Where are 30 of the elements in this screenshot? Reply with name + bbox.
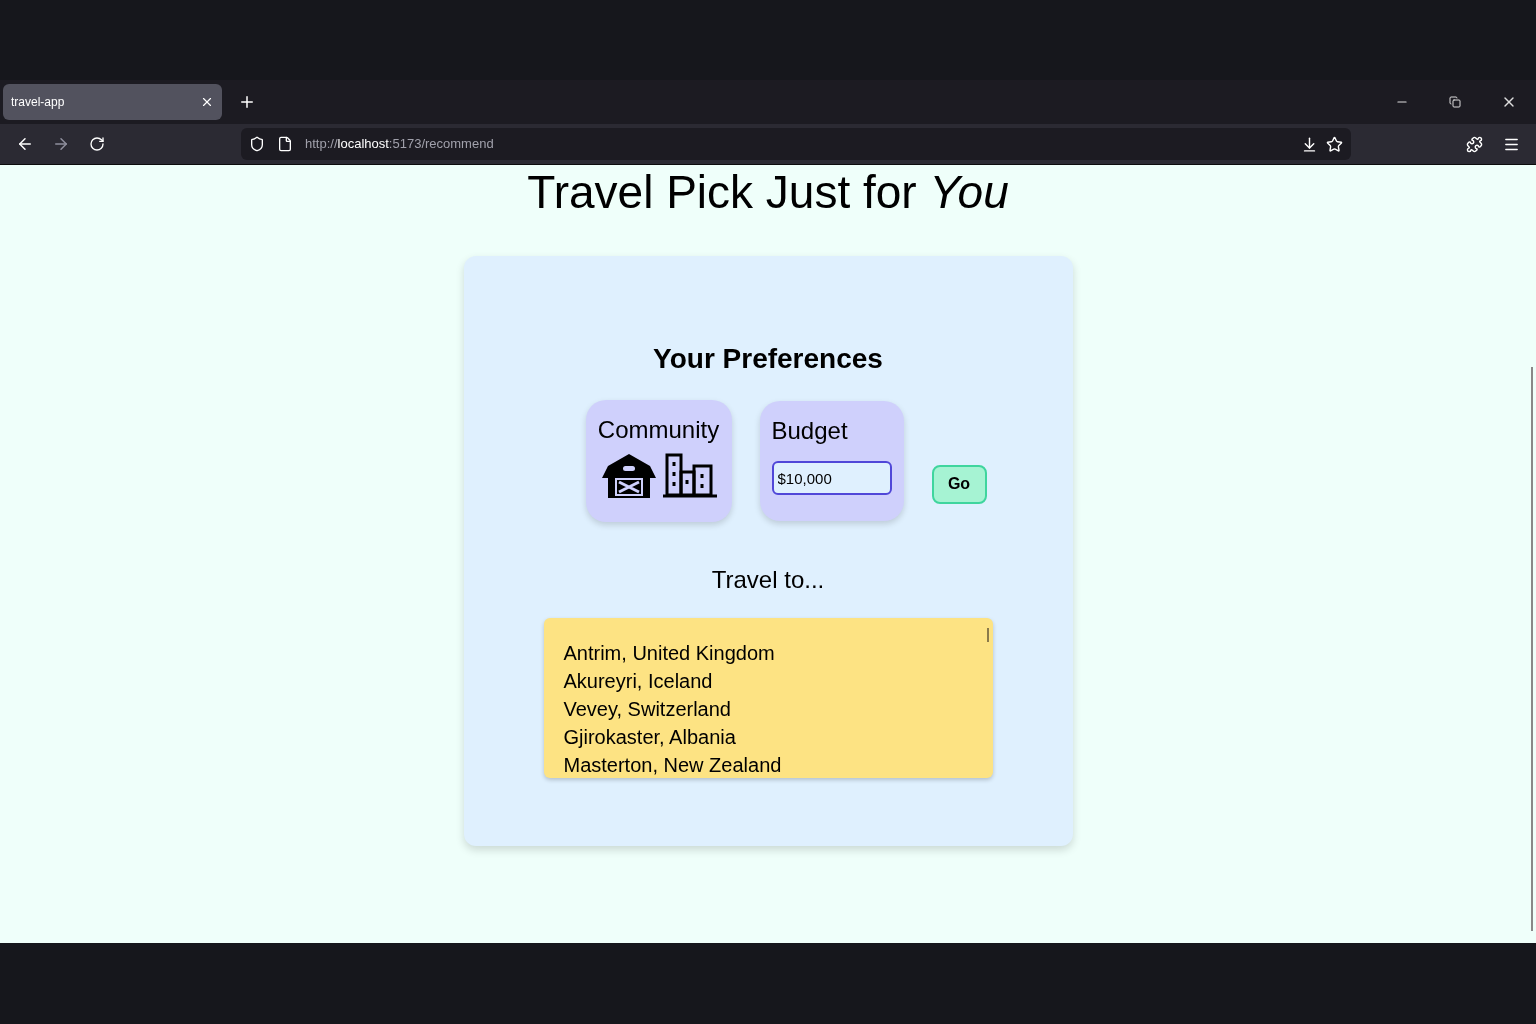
browser-tab[interactable]: travel-app bbox=[3, 84, 222, 120]
scrollbar-thumb[interactable] bbox=[1531, 367, 1533, 931]
back-icon[interactable] bbox=[16, 135, 34, 153]
budget-label: Budget bbox=[771, 416, 849, 446]
section-heading: Your Preferences bbox=[653, 342, 883, 376]
extensions-icon[interactable] bbox=[1466, 135, 1483, 153]
forward-icon[interactable] bbox=[52, 135, 70, 153]
destination-item: Masterton, New Zealand bbox=[563, 753, 782, 778]
page-icon bbox=[277, 136, 293, 152]
destination-item: Akureyri, Iceland bbox=[563, 669, 713, 694]
budget-field[interactable]: $10,000 bbox=[771, 461, 892, 495]
community-card[interactable]: Community bbox=[585, 400, 732, 522]
barn-icon bbox=[599, 452, 658, 498]
destination-item: Gjirokaster, Albania bbox=[563, 725, 736, 750]
download-icon[interactable] bbox=[1301, 135, 1318, 153]
destination-item: Antrim, United Kingdom bbox=[563, 641, 775, 666]
restore-icon[interactable] bbox=[1449, 96, 1461, 108]
destination-item: Vevey, Switzerland bbox=[563, 697, 731, 722]
list-scrollbar[interactable] bbox=[986, 628, 989, 642]
city-buildings-icon bbox=[661, 452, 718, 498]
page-title: Travel Pick Just for You bbox=[527, 169, 1009, 215]
go-button[interactable]: Go bbox=[931, 464, 987, 504]
reload-icon[interactable] bbox=[89, 136, 105, 152]
star-icon[interactable] bbox=[1326, 135, 1343, 153]
shield-icon[interactable] bbox=[249, 136, 265, 152]
new-tab-icon[interactable] bbox=[238, 93, 256, 111]
community-label: Community bbox=[597, 415, 720, 445]
address-bar[interactable]: http://localhost:5173/recommend bbox=[241, 128, 1351, 160]
results-heading: Travel to... bbox=[711, 565, 825, 595]
close-icon[interactable] bbox=[200, 95, 214, 109]
